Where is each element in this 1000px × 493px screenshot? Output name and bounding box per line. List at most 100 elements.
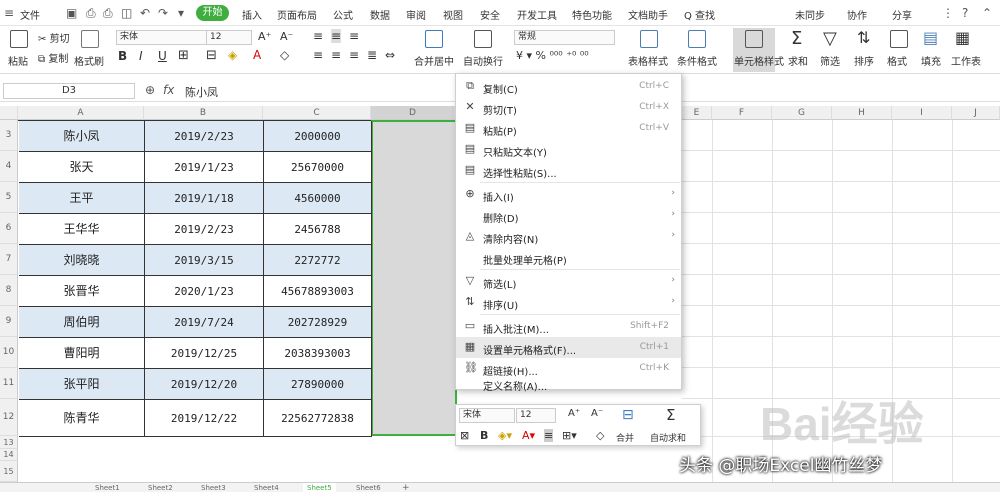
mini-border-icon[interactable]: ⊠ [460, 429, 469, 442]
fill-color-icon[interactable]: ◈ [228, 48, 237, 62]
align-center-icon[interactable]: ≡ [331, 48, 341, 62]
column-header-j[interactable]: J [952, 106, 1000, 120]
paste-button[interactable]: 粘贴 [8, 53, 28, 68]
underline-icon[interactable]: U [158, 49, 167, 63]
table-cell-date[interactable]: 2019/7/24 [145, 307, 264, 338]
filter-icon[interactable]: ▽ [823, 28, 837, 49]
menu-item-cut[interactable]: ✕ 剪切(T) Ctrl+X [456, 97, 681, 118]
tab-developer[interactable]: 开发工具 [517, 7, 557, 22]
tab-home[interactable]: 开始 [196, 5, 229, 21]
table-cell-name[interactable]: 王华华 [19, 214, 145, 245]
menu-item-paste-values[interactable]: ▤ 只粘贴文本(Y) [456, 139, 681, 160]
row-header[interactable]: 11 [0, 368, 18, 399]
menu-item-insert[interactable]: ⊕ 插入(I) › [456, 184, 681, 205]
table-cell-date[interactable]: 2019/12/22 [145, 400, 264, 437]
font-color-icon[interactable]: A [253, 48, 261, 62]
align-bottom-icon[interactable]: ≡ [349, 29, 359, 43]
export-icon[interactable]: ⎙ [86, 6, 96, 21]
align-right-icon[interactable]: ≡ [349, 48, 359, 62]
row-header-13[interactable]: 13 [0, 436, 18, 449]
filter-button[interactable]: 筛选 [820, 53, 840, 68]
font-size-select[interactable]: 12 [206, 30, 252, 45]
format-painter-button[interactable]: 格式刷 [74, 53, 104, 68]
font-grow-icon[interactable]: A⁺ [258, 30, 271, 43]
table-cell-name[interactable]: 陈青华 [19, 400, 145, 437]
table-cell-name[interactable]: 张晋华 [19, 276, 145, 307]
collapse-icon[interactable]: ⌃ [982, 6, 992, 20]
worksheet-icon[interactable]: ▦ [955, 28, 970, 47]
align-top-icon[interactable]: ≡ [313, 29, 323, 43]
table-cell-name[interactable]: 刘晓晓 [19, 245, 145, 276]
menu-item-sort[interactable]: ⇅ 排序(U) › [456, 292, 681, 313]
mini-font-color-icon[interactable]: A▾ [522, 429, 535, 442]
column-header-a[interactable]: A [18, 106, 144, 120]
font-grow-icon[interactable]: A⁺ [568, 408, 580, 419]
menu-file[interactable]: 文件 [20, 7, 40, 22]
menu-item-clear[interactable]: ◬ 清除内容(N) › [456, 226, 681, 247]
worksheet-button[interactable]: 工作表 [951, 53, 981, 68]
table-cell-num[interactable]: 22562772838 [264, 400, 372, 437]
more-icon[interactable]: ⋮ [942, 6, 954, 20]
column-header-h[interactable]: H [832, 106, 892, 120]
mini-merge-icon[interactable]: ⊟ [622, 407, 634, 423]
zoom-icon[interactable]: ⊕ [145, 83, 155, 97]
tab-review[interactable]: 审阅 [406, 7, 426, 22]
column-header-c[interactable]: C [263, 106, 371, 120]
row-header[interactable]: 7 [0, 244, 18, 275]
sort-icon[interactable]: ⇅ [857, 28, 870, 47]
align-middle-icon[interactable]: ≡ [331, 29, 342, 43]
tab-data[interactable]: 数据 [370, 7, 390, 22]
table-cell-name[interactable]: 曹阳明 [19, 338, 145, 369]
menu-item-format-cells[interactable]: ▦ 设置单元格格式(F)... Ctrl+1 [456, 337, 681, 358]
tab-doc-assistant[interactable]: 文档助手 [628, 7, 668, 22]
merge-cells-icon[interactable]: ⊟ [206, 48, 217, 63]
currency-icon[interactable]: ¥ ▾ % ⁰⁰⁰ ⁺⁰ ⁰⁰ [516, 49, 589, 62]
table-cell-num[interactable]: 45678893003 [264, 276, 372, 307]
sort-button[interactable]: 排序 [854, 53, 874, 68]
undo-icon[interactable]: ↶ [140, 6, 150, 20]
formula-input[interactable]: 陈小凤 [185, 84, 218, 100]
tab-search[interactable]: Q 查找 [684, 7, 715, 22]
merge-center-button[interactable]: 合并居中 [414, 53, 454, 68]
table-cell-name[interactable]: 周伯明 [19, 307, 145, 338]
mini-border-2-icon[interactable]: ⊞▾ [562, 429, 577, 442]
menu-icon[interactable]: ≡ [4, 6, 14, 20]
print-icon[interactable]: ⎙ [103, 6, 113, 21]
table-cell-num[interactable]: 4560000 [264, 183, 372, 214]
table-cell-name[interactable]: 王平 [19, 183, 145, 214]
collaborate-button[interactable]: 协作 [847, 7, 867, 22]
cell-style-button[interactable]: 单元格样式 [734, 53, 784, 68]
menu-item-define-name[interactable]: 定义名称(A)... [456, 369, 681, 393]
table-cell-num[interactable]: 27890000 [264, 369, 372, 400]
table-cell-num[interactable]: 25670000 [264, 152, 372, 183]
align-left-icon[interactable]: ≡ [313, 48, 323, 62]
row-header[interactable]: 12 [0, 399, 18, 436]
menu-item-copy[interactable]: ⧉ 复制(C) Ctrl+C [456, 76, 681, 97]
mini-font-select[interactable]: 宋体 [459, 408, 515, 423]
row-header-15[interactable]: 15 [0, 461, 18, 482]
table-style-icon[interactable] [640, 30, 658, 48]
format-painter-icon[interactable] [81, 30, 99, 48]
menu-item-paste[interactable]: ▤ 粘贴(P) Ctrl+V [456, 118, 681, 139]
column-header-i[interactable]: I [892, 106, 952, 120]
row-header[interactable]: 10 [0, 337, 18, 368]
distribute-icon[interactable]: ⇔ [385, 48, 395, 62]
redo-icon[interactable]: ↷ [158, 6, 168, 20]
row-header[interactable]: 8 [0, 275, 18, 306]
mini-autosum-button[interactable]: 自动求和 [650, 431, 686, 444]
tab-formulas[interactable]: 公式 [333, 7, 353, 22]
tab-page-layout[interactable]: 页面布局 [277, 7, 317, 22]
table-style-button[interactable]: 表格样式 [628, 53, 668, 68]
table-cell-date[interactable]: 2019/2/23 [145, 214, 264, 245]
table-cell-num[interactable]: 202728929 [264, 307, 372, 338]
help-icon[interactable]: ? [962, 6, 968, 20]
table-cell-name[interactable]: 张天 [19, 152, 145, 183]
table-cell-date[interactable]: 2019/12/20 [145, 369, 264, 400]
row-header[interactable]: 5 [0, 182, 18, 213]
sync-status[interactable]: 未同步 [795, 7, 825, 22]
preview-icon[interactable]: ◫ [121, 6, 132, 20]
row-header[interactable]: 6 [0, 213, 18, 244]
fill-icon[interactable]: ▤ [923, 28, 938, 47]
wrap-text-button[interactable]: 自动换行 [463, 53, 503, 68]
font-shrink-icon[interactable]: A⁻ [591, 408, 603, 419]
